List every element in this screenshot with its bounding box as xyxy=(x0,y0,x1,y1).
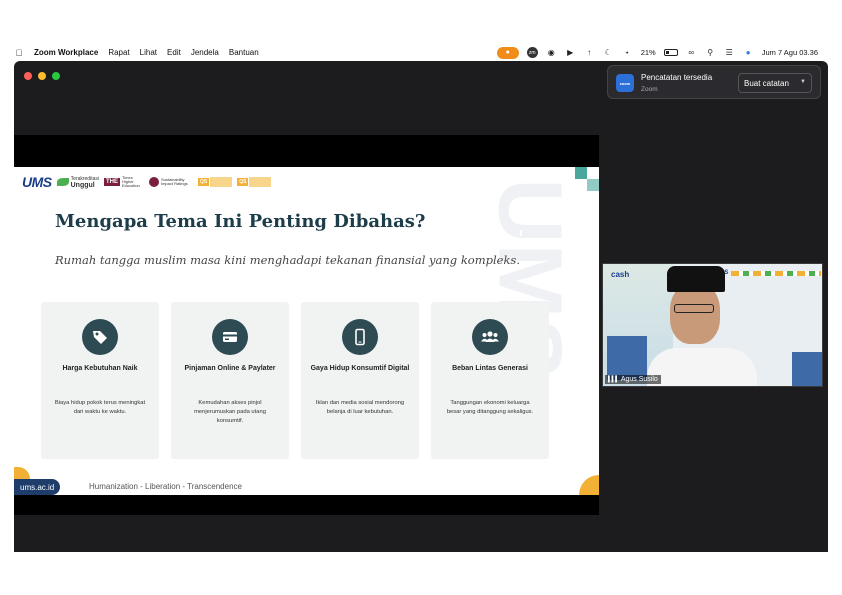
background-logo: cash xyxy=(611,270,630,279)
card-title: Gaya Hidup Konsumtif Digital xyxy=(310,365,410,372)
leaf-icon xyxy=(56,178,69,186)
tags-icon xyxy=(82,319,118,355)
zoom-status-icon[interactable]: zm xyxy=(526,47,538,58)
notification-banner[interactable]: zoom Pencatatan tersedia Zoom Buat catat… xyxy=(607,65,821,99)
decor-square xyxy=(587,179,599,191)
participant-glasses xyxy=(674,304,714,313)
apple-icon[interactable]:  xyxy=(14,48,24,58)
status-tray: ● zm ◉ ▶ ↑ ☾ ⋆ 21% ∞ ⚲ ☰ ● Jum 7 Agu 03.… xyxy=(496,44,818,61)
bluetooth-icon[interactable]: ⋆ xyxy=(622,47,633,58)
battery-percent[interactable]: 21% xyxy=(641,48,656,57)
menu-rapat[interactable]: Rapat xyxy=(108,48,129,57)
accreditation-label: Unggul xyxy=(70,181,95,189)
footer-tagline: Humanization - Liberation - Transcendenc… xyxy=(89,482,242,491)
link-icon[interactable]: ∞ xyxy=(686,47,697,58)
slide-subtitle: Rumah tangga muslim masa kini menghadapi… xyxy=(55,253,520,267)
participant-shirt xyxy=(647,348,757,386)
participant-cap xyxy=(667,266,725,292)
card-desc: Biaya hidup pokok terus meningkat dari w… xyxy=(54,400,146,415)
minimize-window-button[interactable] xyxy=(38,72,46,80)
ums-logo: UMS xyxy=(22,174,52,190)
users-icon xyxy=(472,319,508,355)
qs-rank-badge: QS xyxy=(237,177,272,187)
qs-rank-graphic xyxy=(210,177,233,187)
the-text: Times Higher Education xyxy=(121,175,140,188)
chevron-down-icon[interactable]: ▼ xyxy=(800,79,806,85)
mac-menubar:  Zoom Workplace Rapat Lihat Edit Jendel… xyxy=(14,44,828,61)
card-desc: Tanggungan ekonomi keluarga besar yang d… xyxy=(446,400,534,415)
qs-rank-badge: QS xyxy=(197,177,233,187)
card-harga-kebutuhan: Harga Kebutuhan Naik Biaya hidup pokok t… xyxy=(41,302,159,459)
create-notes-button[interactable]: Buat catatan ▼ xyxy=(738,73,812,93)
accessibility-icon[interactable]: ↑ xyxy=(584,47,595,58)
menu-bantuan[interactable]: Bantuan xyxy=(229,48,259,57)
the-label: THE xyxy=(103,178,120,186)
impact-text: Sustainability Impact Ratings xyxy=(160,177,188,186)
shared-screen: UMS UMS Terakreditasi Unggul THE Times H… xyxy=(14,135,599,515)
card-title: Harga Kebutuhan Naik xyxy=(62,365,138,372)
moon-icon[interactable]: ☾ xyxy=(603,47,614,58)
decor-square xyxy=(575,167,587,179)
notification-app: Zoom xyxy=(641,86,658,93)
play-icon[interactable]: ▶ xyxy=(565,47,576,58)
create-notes-label: Buat catatan xyxy=(744,78,789,88)
card-pinjaman-online: Pinjaman Online & Paylater Kemudahan aks… xyxy=(171,302,289,459)
reason-cards: Harga Kebutuhan Naik Biaya hidup pokok t… xyxy=(41,302,549,459)
card-title: Beban Lintas Generasi xyxy=(452,365,528,372)
participant-name-label: ▍▍▍ Agus Susilo xyxy=(605,375,661,384)
menu-edit[interactable]: Edit xyxy=(167,48,181,57)
card-desc: Kemudahan akses pinjol menjerumuskan pad… xyxy=(194,400,266,424)
credit-card-icon xyxy=(212,319,248,355)
menu-app-name[interactable]: Zoom Workplace xyxy=(34,48,98,57)
card-gaya-hidup: Gaya Hidup Konsumtif Digital Iklan dan m… xyxy=(301,302,419,459)
participant-name: Agus Susilo xyxy=(620,376,658,383)
background-logo-strip xyxy=(731,271,821,276)
footer-website: ums.ac.id xyxy=(14,479,61,495)
qs-label: QS xyxy=(237,178,249,186)
search-icon[interactable]: ⚲ xyxy=(705,47,716,58)
card-beban-lintas: Beban Lintas Generasi Tanggungan ekonomi… xyxy=(431,302,549,459)
decor-shape xyxy=(14,467,30,479)
qs-label: QS xyxy=(197,178,210,186)
participant-video-tile[interactable]: cash UMS ▍▍▍ Agus Susilo xyxy=(602,263,823,387)
battery-icon[interactable] xyxy=(663,49,678,56)
impact-logo-icon xyxy=(148,177,159,187)
siri-icon[interactable]: ● xyxy=(743,47,754,58)
the-badge: THE Times Higher Education xyxy=(103,175,144,188)
smartphone-icon xyxy=(342,319,378,355)
accreditation-badge: Terakreditasi Unggul xyxy=(56,176,99,189)
zoom-window-button[interactable] xyxy=(52,72,60,80)
presentation-slide: UMS UMS Terakreditasi Unggul THE Times H… xyxy=(14,167,599,495)
menu-jendela[interactable]: Jendela xyxy=(191,48,219,57)
background-building xyxy=(607,336,647,380)
zoom-logo-icon: zoom xyxy=(616,74,634,92)
zoom-meeting-window: zoom Pencatatan tersedia Zoom Buat catat… xyxy=(14,61,828,552)
mouse-pointer-icon xyxy=(520,230,524,236)
notification-title: Pencatatan tersedia xyxy=(641,73,713,82)
impact-badge: Sustainability Impact Ratings xyxy=(148,177,193,187)
slide-footer: ums.ac.id Humanization - Liberation - Tr… xyxy=(14,467,599,495)
slide-logo-row: UMS Terakreditasi Unggul THE Times Highe… xyxy=(22,174,272,190)
menu-lihat[interactable]: Lihat xyxy=(140,48,157,57)
audio-level-icon: ▍▍▍ xyxy=(608,377,620,383)
card-title: Pinjaman Online & Paylater xyxy=(184,365,276,372)
qs-rank-graphic xyxy=(249,177,272,187)
decor-shape xyxy=(579,475,599,495)
window-controls xyxy=(24,72,60,80)
microphone-icon[interactable]: ● xyxy=(496,46,519,59)
slide-title: Mengapa Tema Ini Penting Dibahas? xyxy=(55,211,426,232)
background-building xyxy=(792,352,822,386)
screen-share-icon[interactable]: ◉ xyxy=(546,47,557,58)
control-center-icon[interactable]: ☰ xyxy=(724,47,735,58)
card-desc: Iklan dan media sosial mendorong belanja… xyxy=(315,400,405,415)
menubar-datetime[interactable]: Jum 7 Agu 03.36 xyxy=(762,48,818,57)
close-window-button[interactable] xyxy=(24,72,32,80)
